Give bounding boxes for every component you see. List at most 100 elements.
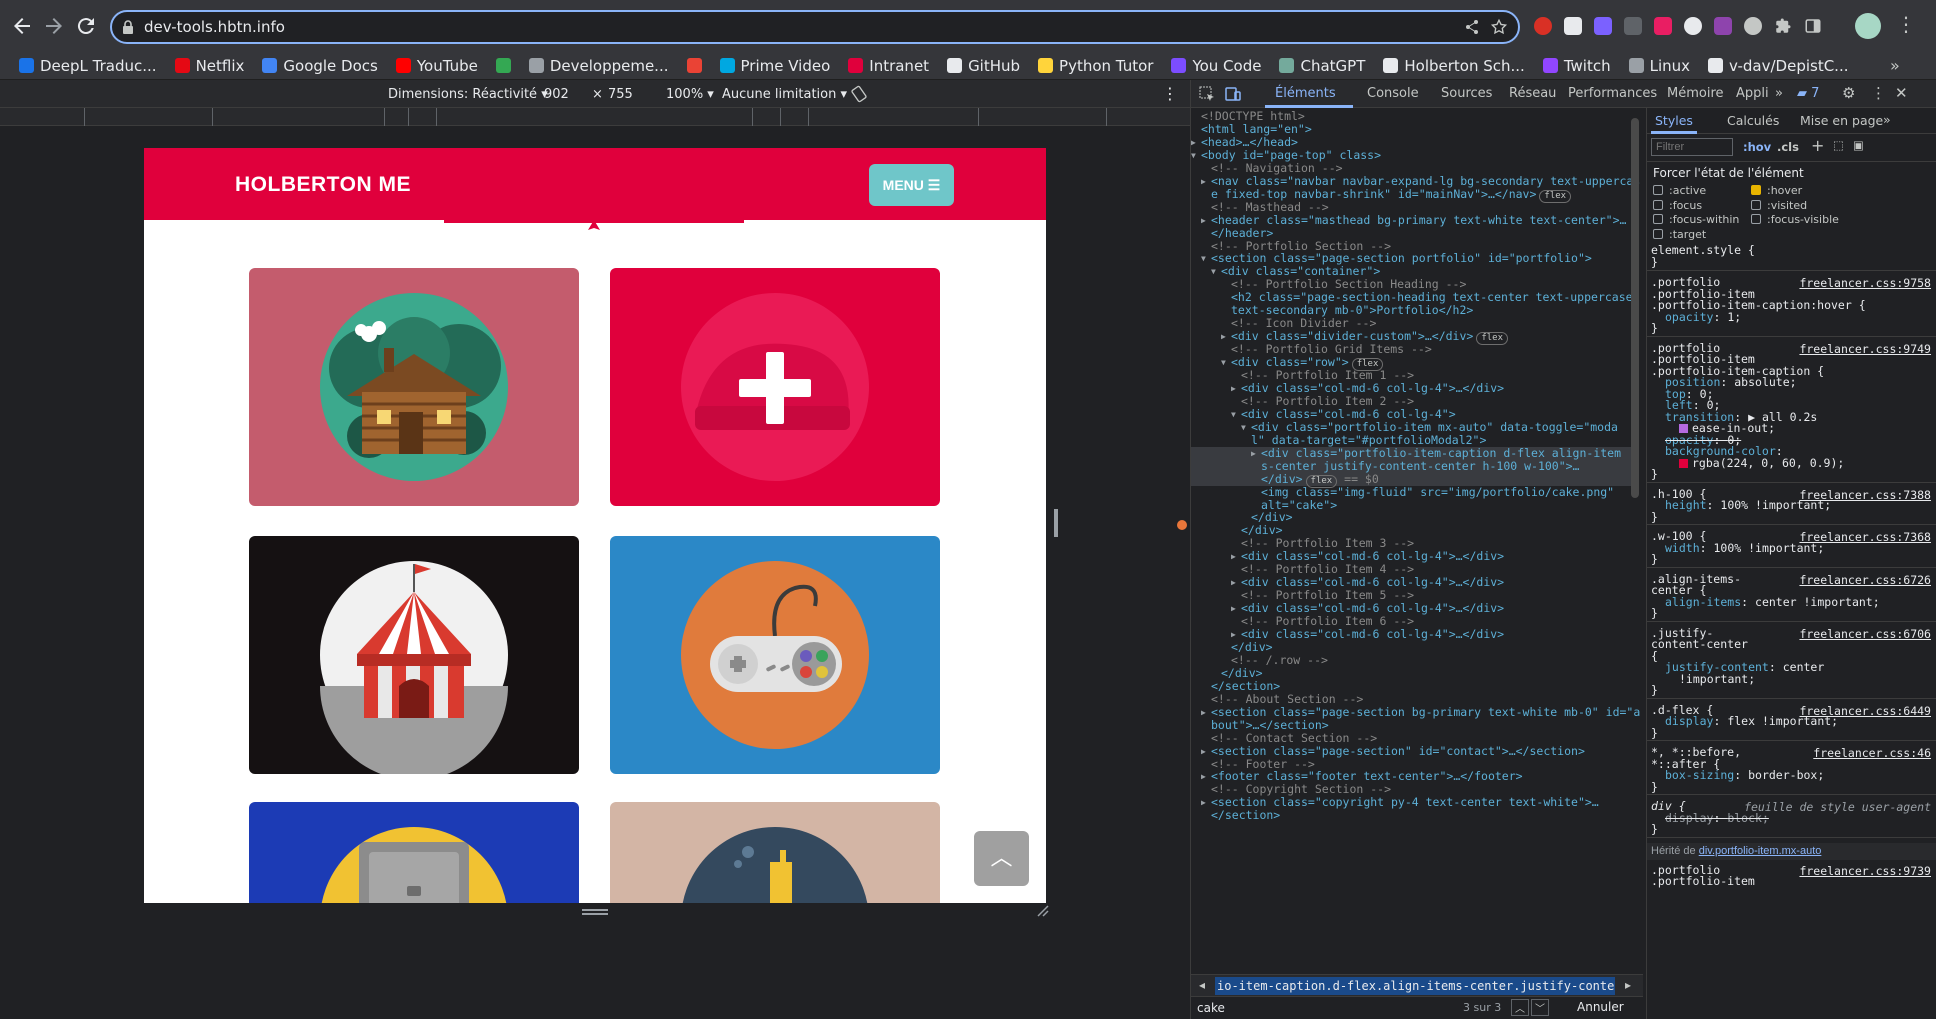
styles-filter-input[interactable] [1651,138,1733,156]
tab-network[interactable]: Réseau [1509,86,1556,101]
bookmark-star-icon[interactable] [1490,18,1508,36]
rule-source-link[interactable]: freelancer.css:9758 [1799,276,1931,290]
expand-toggle-icon[interactable]: ▼ [1201,252,1206,265]
expand-toggle-icon[interactable]: ▼ [1191,149,1196,162]
zoom-dropdown[interactable]: 100% ▾ [666,87,714,102]
dom-node-line[interactable]: </section> [1211,809,1280,822]
tab-styles[interactable]: Styles [1655,113,1693,128]
dom-scrollbar[interactable] [1631,118,1639,498]
css-declaration[interactable]: width: 100% !important; [1665,541,1824,555]
rule-source-link[interactable]: freelancer.css:9749 [1799,342,1931,356]
expand-toggle-icon[interactable]: ▶ [1231,602,1236,615]
ruler-tick[interactable] [780,108,781,126]
bookmark-item[interactable]: Netflix [166,57,254,75]
bookmark-item[interactable]: Developpeme... [520,57,678,75]
checkbox-checked-icon[interactable] [1751,185,1761,195]
resize-corner-icon[interactable] [1036,904,1050,918]
bookmark-item[interactable]: You Code [1162,57,1270,75]
checkbox-icon[interactable] [1653,185,1663,195]
ruler-tick[interactable] [1106,108,1107,126]
expand-toggle-icon[interactable]: ▼ [1241,421,1246,434]
ruler-tick[interactable] [752,108,753,126]
ruler-tick[interactable] [384,108,385,126]
css-declaration[interactable]: display: block; [1665,811,1769,825]
expand-toggle-icon[interactable]: ▶ [1231,550,1236,563]
rule-source-link[interactable]: feuille de style user-agent [1744,800,1931,814]
expand-toggle-icon[interactable]: ▶ [1201,214,1206,227]
portfolio-item-submarine[interactable] [610,802,940,903]
expand-toggle-icon[interactable]: ▶ [1191,136,1196,149]
menu-button[interactable]: MENU ☰ [869,164,954,206]
issues-badge[interactable]: ▰ 7 [1797,86,1819,101]
bookmark-item[interactable]: Holberton Sch... [1374,57,1533,75]
chrome-menu-icon[interactable]: ⋮ [1896,12,1916,40]
height-input[interactable]: 755 [608,87,633,102]
cls-toggle[interactable]: .cls [1777,140,1799,154]
rotate-icon[interactable] [850,85,868,103]
css-declaration[interactable]: opacity: 1; [1665,310,1741,324]
css-declaration[interactable]: height: 100% !important; [1665,499,1831,512]
viewport-width-handle[interactable] [1054,509,1058,537]
bookmark-item[interactable]: Prime Video [711,57,840,75]
rule-source-link[interactable]: freelancer.css:6726 [1799,573,1931,587]
back-arrow-icon[interactable] [10,14,34,38]
extension-icon[interactable] [1714,17,1732,35]
ruler-tick[interactable] [978,108,979,126]
bookmark-item[interactable]: Python Tutor [1029,57,1162,75]
bookmark-item[interactable]: Intranet [839,57,938,75]
ruler-tick[interactable] [408,108,409,126]
expand-toggle-icon[interactable]: ▶ [1201,706,1206,719]
css-declaration[interactable]: box-sizing: border-box; [1665,769,1824,782]
scroll-to-top-button[interactable]: ︿ [974,831,1029,886]
width-input[interactable]: 902 [544,87,569,102]
portfolio-item-cabin[interactable] [249,268,579,506]
bookmark-item[interactable]: Google Docs [253,57,386,75]
checkbox-icon[interactable] [1653,229,1663,239]
rule-source-link[interactable]: freelancer.css:6706 [1799,627,1931,641]
extension-icon[interactable] [1594,17,1612,35]
expand-toggle-icon[interactable]: ▼ [1231,408,1236,421]
inspect-element-icon[interactable] [1199,86,1215,102]
tab-console[interactable]: Console [1367,86,1419,101]
search-prev-icon[interactable]: ︿ [1511,999,1529,1016]
more-tabs-icon[interactable]: » [1775,86,1783,101]
expand-toggle-icon[interactable]: ▼ [1211,265,1216,278]
tab-application[interactable]: Appli [1736,86,1769,101]
checkbox-icon[interactable] [1751,214,1761,224]
dom-node-line[interactable]: s-center justify-content-center h-100 w-… [1261,459,1580,473]
bookmark-item[interactable]: DeepL Traduc... [10,57,166,75]
new-rule-icon[interactable]: + [1811,136,1824,155]
color-swatch-icon[interactable] [1679,458,1688,468]
css-declaration[interactable]: rgba(224, 0, 60, 0.9); [1679,456,1844,470]
breadcrumb-selected[interactable]: io-item-caption.d-flex.align-items-cente… [1215,977,1615,995]
bookmark-item[interactable]: Linux [1620,57,1699,75]
hov-toggle[interactable]: :hov [1743,140,1771,154]
dom-search-input[interactable]: cake [1197,1001,1225,1015]
bookmark-item[interactable]: YouTube [387,57,487,75]
styles-more-tabs-icon[interactable]: » [1883,112,1891,127]
paint-icon[interactable]: ⬚ [1833,138,1844,152]
checkbox-icon[interactable] [1751,200,1761,210]
breadcrumb-left-icon[interactable]: ◂ [1199,978,1205,992]
tab-layout[interactable]: Mise en page [1800,113,1883,128]
portfolio-item-game[interactable] [610,536,940,774]
portfolio-item-cake-hovered[interactable] [610,268,940,506]
css-declaration[interactable]: align-items: center !important; [1665,595,1880,609]
site-brand[interactable]: HOLBERTON ME [235,173,411,197]
ruler-tick[interactable] [808,108,809,126]
extension-icon[interactable] [1684,17,1702,35]
throttle-dropdown[interactable]: Aucune limitation ▾ [722,87,847,102]
portfolio-item-circus[interactable] [249,536,579,774]
profile-avatar[interactable] [1855,13,1881,39]
side-panel-icon[interactable] [1804,17,1822,35]
expand-toggle-icon[interactable]: ▶ [1231,576,1236,589]
forward-arrow-icon[interactable] [42,14,66,38]
lock-icon[interactable] [122,20,134,34]
tab-performance[interactable]: Performances [1568,86,1657,101]
inherited-from-link[interactable]: div.portfolio-item.mx-auto [1699,845,1822,857]
expand-toggle-icon[interactable]: ▶ [1201,175,1206,188]
device-options-icon[interactable]: ⋮ [1162,84,1178,103]
css-declaration[interactable]: display: flex !important; [1665,715,1838,728]
share-icon[interactable] [1464,19,1480,35]
url-text[interactable]: dev-tools.hbtn.info [144,18,285,36]
